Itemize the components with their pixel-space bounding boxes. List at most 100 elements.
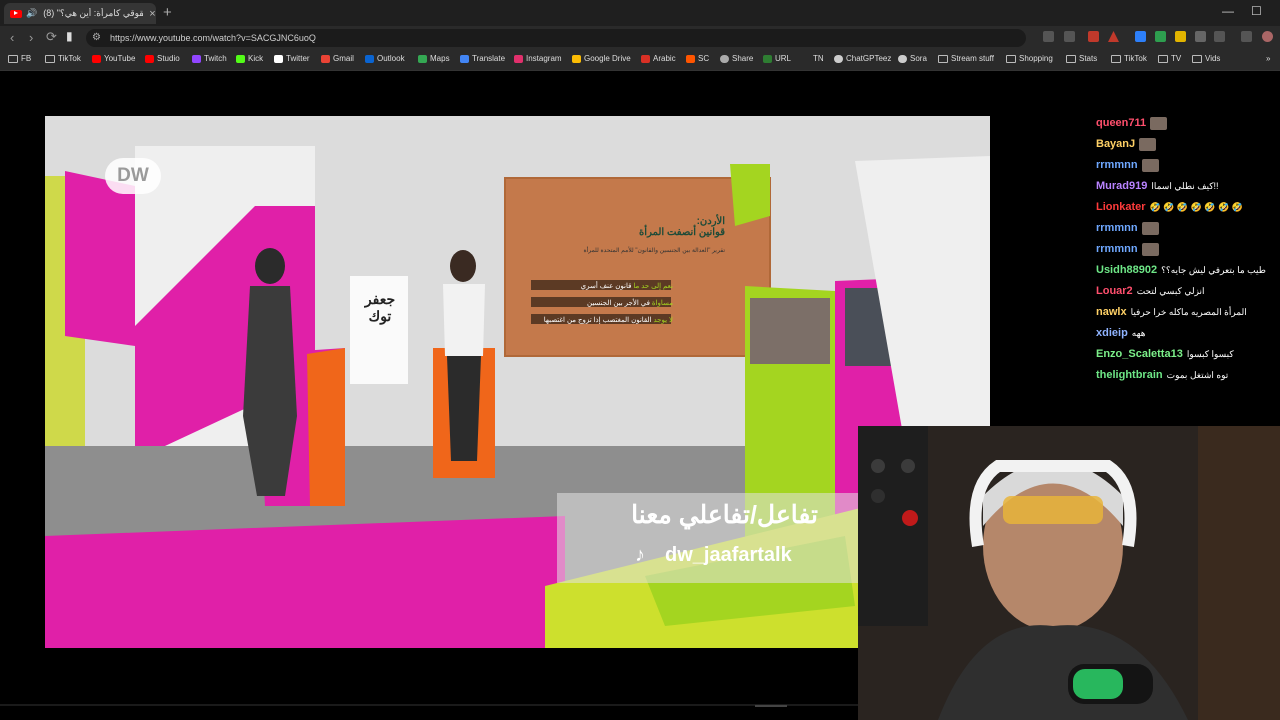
share-icon[interactable]: [1064, 31, 1075, 42]
chat-username[interactable]: BayanJ: [1096, 138, 1135, 150]
chat-message: rrmmnn: [1096, 158, 1272, 173]
back-icon[interactable]: ‹: [10, 30, 14, 45]
chat-message: Murad919 كيف نطلي اسماا!!: [1096, 179, 1272, 194]
maximize-icon[interactable]: ☐: [1251, 4, 1262, 18]
bookmark-item[interactable]: Shopping: [1006, 54, 1053, 63]
bookmark-item[interactable]: Outlook: [365, 54, 405, 63]
chat-text: المرأة المصريه ماكله خرا حرفيا: [1130, 307, 1247, 317]
chat-username[interactable]: rrmmnn: [1096, 243, 1138, 255]
green-extension-icon[interactable]: [1155, 31, 1166, 42]
bookmark-item[interactable]: Gmail: [321, 54, 354, 63]
chat-message: BayanJ: [1096, 137, 1272, 152]
close-tab-icon[interactable]: ×: [149, 8, 155, 20]
url-text: https://www.youtube.com/watch?v=SACGJNC6…: [110, 33, 316, 43]
bookmark-item[interactable]: Kick: [236, 54, 263, 63]
url-bar[interactable]: ⚙ https://www.youtube.com/watch?v=SACGJN…: [86, 29, 1026, 47]
chat-message: rrmmnn: [1096, 242, 1272, 257]
bookmark-item[interactable]: YouTube: [92, 54, 135, 63]
chat-avatar: [1139, 137, 1157, 151]
chat-avatar: [1150, 116, 1168, 130]
bookmark-item[interactable]: Twitter: [274, 54, 310, 63]
translate-extension-icon[interactable]: [1135, 31, 1146, 42]
browser-tab-strip: 🔊 (8) "حقوقي كامرأة: أين هي؟" | × + — ☐: [0, 0, 1280, 26]
reload-icon[interactable]: ⟳: [46, 29, 57, 45]
video-player[interactable]: DW الأردن: قوانين أنصفت المرأة تقرير "ال…: [45, 116, 990, 648]
bookmark-item[interactable]: Translate: [460, 54, 505, 63]
chat-message: Enzo_Scaletta13 كبسوا كبسوا: [1096, 347, 1272, 362]
cta-title: تفاعل/تفاعلي معنا: [631, 501, 818, 529]
bookmark-item[interactable]: Sora: [898, 54, 927, 63]
bookmark-item[interactable]: Maps: [418, 54, 450, 63]
chat-text: توه اشتغل بموت: [1166, 370, 1229, 380]
chat-username[interactable]: Enzo_Scaletta13: [1096, 348, 1183, 360]
media-icon[interactable]: [1241, 31, 1252, 42]
bookmark-item[interactable]: TV: [1158, 54, 1181, 63]
chat-message: thelightbrain توه اشتغل بموت: [1096, 368, 1272, 383]
screen-row: مساواة في الأجر بين الجنسين: [586, 300, 673, 307]
set-brand-sign: جعفر توك: [364, 291, 396, 324]
bookmark-item[interactable]: Studio: [145, 54, 180, 63]
bookmark-item[interactable]: Instagram: [514, 54, 562, 63]
chat-text: كبسوا كبسوا: [1186, 349, 1234, 359]
active-tab[interactable]: 🔊 (8) "حقوقي كامرأة: أين هي؟" | ×: [4, 3, 156, 24]
site-info-icon[interactable]: ⚙: [92, 29, 101, 47]
screen-headline: الأردن: قوانين أنصفت المرأة: [639, 216, 725, 238]
streamer-webcam: [858, 426, 1280, 720]
sidebar-icon[interactable]: [1214, 31, 1225, 42]
bookmarks-overflow-icon[interactable]: »: [1266, 54, 1270, 63]
forward-icon[interactable]: ›: [29, 30, 33, 45]
shield-extension-icon[interactable]: [1088, 31, 1099, 42]
bookmark-item[interactable]: SC: [686, 54, 709, 63]
bookmarks-bar: FB TikTok YouTube Studio Twitch Kick Twi…: [0, 50, 1280, 71]
cast-icon[interactable]: [1043, 31, 1054, 42]
screen-subtitle: تقرير "العدالة بين الجنسين والقانون" للأ…: [583, 248, 725, 254]
chat-username[interactable]: Usidh88902: [1096, 264, 1157, 276]
bookmark-item[interactable]: TikTok: [45, 54, 81, 63]
bookmark-item[interactable]: TN: [813, 54, 824, 63]
chat-message: rrmmnn: [1096, 221, 1272, 236]
bookmark-item[interactable]: Google Drive: [572, 54, 631, 63]
minimize-icon[interactable]: —: [1222, 4, 1234, 18]
chat-text: كيف نطلي اسماا!!: [1151, 181, 1219, 191]
new-tab-button[interactable]: +: [163, 4, 172, 21]
scrubber-handle[interactable]: [755, 705, 787, 707]
cta-handle: dw_jaafartalk: [665, 544, 792, 566]
chat-message: queen711: [1096, 116, 1272, 131]
chat-avatar: [1141, 221, 1159, 235]
yellow-extension-icon[interactable]: [1175, 31, 1186, 42]
bookmark-item[interactable]: Share: [720, 54, 753, 63]
chat-username[interactable]: xdieip: [1096, 327, 1128, 339]
youtube-icon: [10, 9, 22, 18]
chat-username[interactable]: rrmmnn: [1096, 159, 1138, 171]
chat-username[interactable]: Lionkater: [1096, 201, 1146, 213]
chat-text: ههه: [1131, 328, 1146, 338]
bookmark-item[interactable]: FB: [8, 54, 31, 63]
chat-text: طيب ما بتعرفي ليش جايه؟؟: [1161, 265, 1266, 275]
chat-avatar: [1141, 158, 1159, 172]
bookmark-item[interactable]: Stream stuff: [938, 54, 994, 63]
chat-username[interactable]: Murad919: [1096, 180, 1147, 192]
chat-message: Lionkater 🤣 🤣 🤣 🤣 🤣 🤣 🤣: [1096, 200, 1272, 215]
profile-avatar[interactable]: [1262, 31, 1273, 42]
chat-text: انزلي كبسي لتحت: [1136, 286, 1205, 296]
chat-username[interactable]: nawlx: [1096, 306, 1127, 318]
bookmark-icon[interactable]: ▮: [66, 29, 73, 43]
chat-avatar: [1141, 242, 1159, 256]
bookmark-item[interactable]: Arabic: [641, 54, 676, 63]
chat-username[interactable]: Louar2: [1096, 285, 1133, 297]
chat-username[interactable]: thelightbrain: [1096, 369, 1163, 381]
chat-username[interactable]: queen711: [1096, 117, 1146, 129]
chat-message: Usidh88902 طيب ما بتعرفي ليش جايه؟؟: [1096, 263, 1272, 278]
webcam-scene: [858, 426, 1280, 720]
tiktok-icon: ♪: [635, 544, 645, 566]
stream-chat: queen711 BayanJ rrmmnn Murad919 كيف نطلي اسم…: [1096, 116, 1272, 389]
bookmark-item[interactable]: TikTok: [1111, 54, 1147, 63]
bookmark-item[interactable]: Stats: [1066, 54, 1097, 63]
chat-username[interactable]: rrmmnn: [1096, 222, 1138, 234]
bookmark-item[interactable]: Twitch: [192, 54, 227, 63]
grid-extension-icon[interactable]: [1195, 31, 1206, 42]
bookmark-item[interactable]: ChatGPTeez: [834, 54, 891, 63]
speaker-icon[interactable]: 🔊: [26, 8, 37, 19]
bookmark-item[interactable]: URL: [763, 54, 791, 63]
bookmark-item[interactable]: Vids: [1192, 54, 1220, 63]
